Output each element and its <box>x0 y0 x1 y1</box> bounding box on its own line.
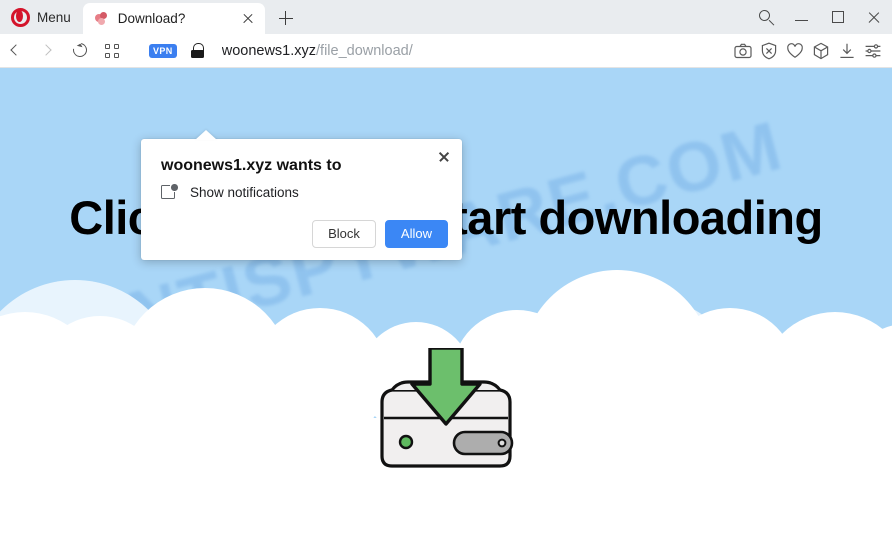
title-bar: Menu Download? <box>0 0 892 34</box>
forward-button[interactable] <box>32 36 64 66</box>
dialog-actions: Block Allow <box>312 219 448 248</box>
page-content: MYANTISPYWARE.COM Click "Allow" to start… <box>0 68 892 536</box>
navigation-toolbar: VPN woonews1.xyz/file_download/ <box>0 34 892 68</box>
allow-button[interactable]: Allow <box>384 219 448 248</box>
downloads-icon[interactable] <box>834 38 860 64</box>
permission-row: Show notifications <box>161 184 299 201</box>
tab-close-icon[interactable] <box>237 8 259 30</box>
lock-icon[interactable] <box>190 43 204 58</box>
drive-led <box>398 434 414 450</box>
notification-permission-dialog: woonews1.xyz wants to Show notifications… <box>141 139 462 260</box>
notification-icon <box>161 184 178 201</box>
search-icon[interactable] <box>748 2 784 32</box>
permission-label: Show notifications <box>190 185 299 200</box>
back-button[interactable] <box>0 36 32 66</box>
minimize-icon[interactable] <box>784 2 820 32</box>
grid-icon <box>105 43 119 58</box>
browser-tab[interactable]: Download? <box>82 3 265 34</box>
page-favicon <box>94 11 109 26</box>
menu-label: Menu <box>37 9 71 25</box>
browser-window: Menu Download? VPN woonews1.xyz/file_dow… <box>0 0 892 536</box>
camera-snapshot-icon[interactable] <box>730 38 756 64</box>
vpn-badge[interactable]: VPN <box>149 43 177 58</box>
dialog-pointer <box>195 130 217 140</box>
close-icon[interactable] <box>856 2 892 32</box>
tab-title: Download? <box>117 11 186 26</box>
easy-setup-sliders-icon[interactable] <box>860 38 886 64</box>
url-path: /file_download/ <box>316 42 413 59</box>
dialog-title: woonews1.xyz wants to <box>161 157 342 174</box>
ad-blocker-shield-icon[interactable] <box>756 38 782 64</box>
download-to-harddrive-illustration <box>368 346 524 473</box>
dialog-close-icon[interactable] <box>434 146 454 166</box>
block-button[interactable]: Block <box>312 219 376 248</box>
window-controls <box>748 0 892 34</box>
address-bar[interactable]: woonews1.xyz/file_download/ <box>222 43 730 59</box>
opera-logo-icon <box>11 7 30 27</box>
url-host: woonews1.xyz <box>221 42 317 59</box>
heart-icon[interactable] <box>782 38 808 64</box>
toolbar-right-icons <box>730 38 892 64</box>
tab-overview-button[interactable] <box>96 36 128 66</box>
opera-menu-button[interactable]: Menu <box>0 0 83 34</box>
new-tab-button[interactable] <box>275 7 297 29</box>
maximize-icon[interactable] <box>820 2 856 32</box>
reload-button[interactable] <box>64 36 96 66</box>
crypto-wallet-cube-icon[interactable] <box>808 38 834 64</box>
